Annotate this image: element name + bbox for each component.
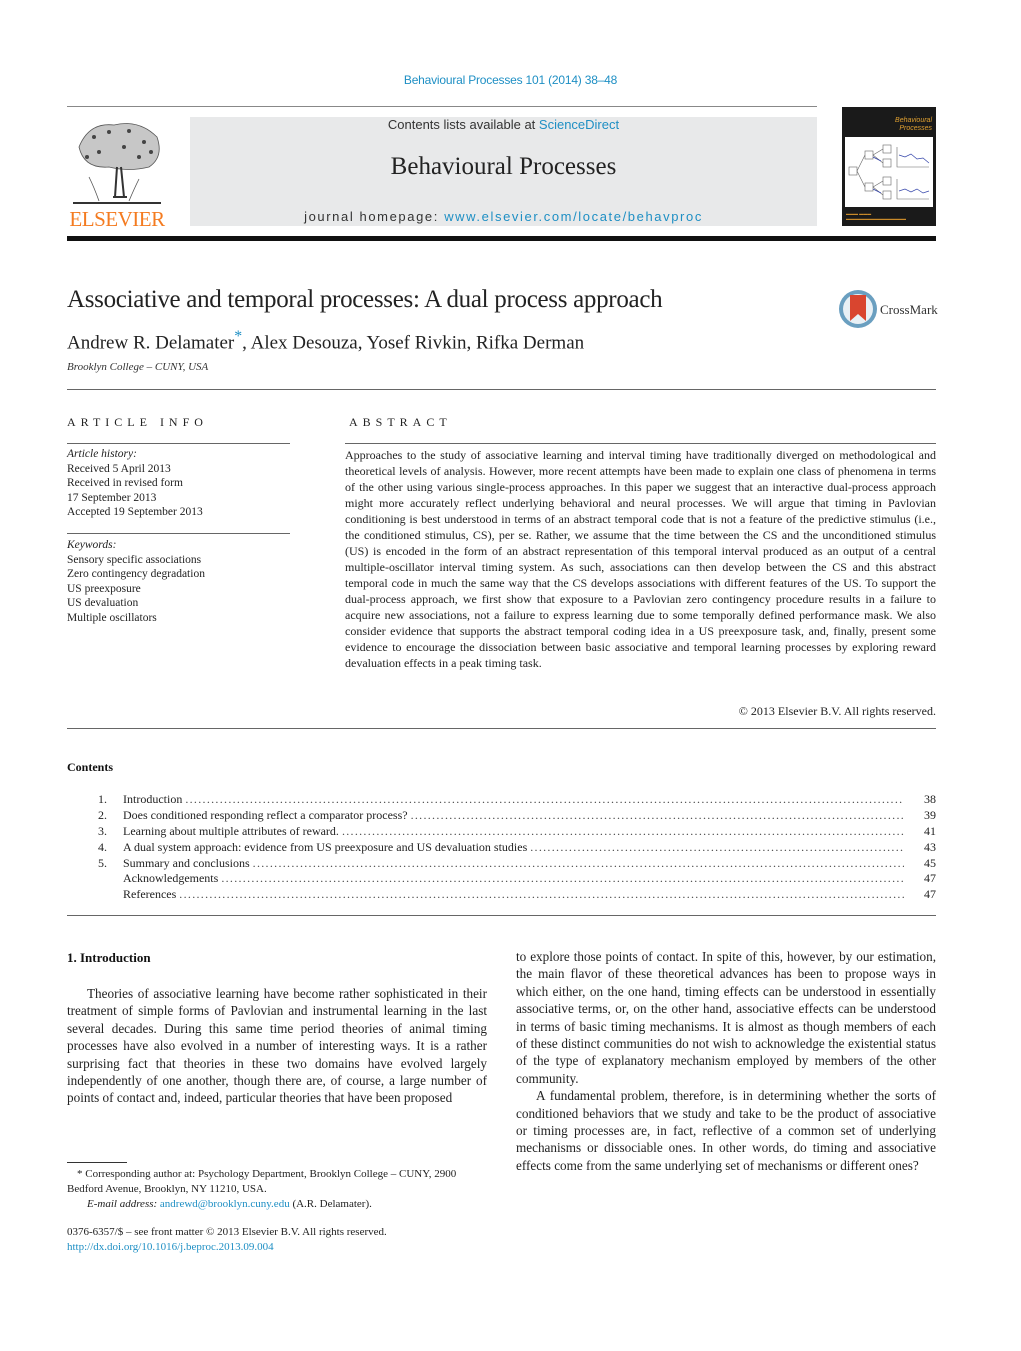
keyword: US devaluation — [67, 597, 139, 609]
toc-page: 47 — [924, 871, 936, 886]
elsevier-tree-icon — [69, 117, 165, 209]
toc-leader: ........................................… — [179, 887, 904, 902]
contents-heading: Contents — [67, 760, 114, 774]
keywords: Keywords: Sensory specific associations … — [67, 538, 205, 625]
email-link[interactable]: andrewd@brooklyn.cuny.edu — [160, 1198, 290, 1210]
abstract-bottom-rule — [67, 728, 936, 729]
history-item: Received 5 April 2013 — [67, 462, 171, 475]
crossmark-label: CrossMark — [880, 302, 938, 317]
article-title: Associative and temporal processes: A du… — [67, 286, 663, 313]
toc-number: 4. — [98, 839, 107, 854]
doi-link[interactable]: http://dx.doi.org/10.1016/j.beproc.2013.… — [67, 1240, 387, 1255]
article-info-heading: ARTICLE INFO — [67, 415, 208, 429]
toc-leader: ........................................… — [410, 807, 904, 822]
toc-item[interactable]: 5. Summary and conclusions .............… — [67, 856, 936, 872]
toc-number: 1. — [98, 792, 107, 806]
abstract-heading: ABSTRACT — [349, 415, 452, 429]
toc-number: 2. — [98, 807, 107, 822]
body-column-right: to explore those points of contact. In s… — [516, 948, 936, 1174]
email-line: E-mail address: andrewd@brooklyn.cuny.ed… — [87, 1198, 372, 1210]
email-label: E-mail address: — [87, 1198, 160, 1210]
front-matter: 0376-6357/$ – see front matter © 2013 El… — [67, 1225, 387, 1255]
history-item: 17 September 2013 — [67, 491, 157, 504]
toc-title[interactable]: Summary and conclusions — [123, 856, 250, 871]
abstract-text: Approaches to the study of associative l… — [345, 448, 936, 670]
contents-availability: Contents lists available at ScienceDirec… — [387, 117, 620, 132]
toc-title[interactable]: Learning about multiple attributes of re… — [123, 824, 339, 839]
cover-figure-image — [845, 137, 933, 207]
title-rule — [67, 389, 936, 390]
toc-leader: ........................................… — [530, 839, 904, 854]
journal-citation[interactable]: Behavioural Processes 101 (2014) 38–48 — [0, 73, 1021, 87]
issn-front-matter: 0376-6357/$ – see front matter © 2013 El… — [67, 1226, 387, 1238]
toc-item[interactable]: References .............................… — [67, 887, 936, 903]
toc-title[interactable]: Does conditioned responding reflect a co… — [123, 808, 408, 823]
toc-item[interactable]: Acknowledgements .......................… — [67, 871, 936, 887]
body-column-left: Theories of associative learning have be… — [67, 985, 487, 1107]
corresponding-author-footnote: * Corresponding author at: Psychology De… — [67, 1167, 487, 1212]
footnote-rule — [67, 1162, 127, 1163]
sciencedirect-link[interactable]: ScienceDirect — [539, 117, 619, 132]
article-history-label: Article history: — [67, 448, 137, 460]
journal-cover-thumbnail[interactable]: Behavioural Processes ▬▬▬ ▬▬▬ ▬▬▬▬▬▬▬▬▬▬▬▬… — [842, 107, 936, 226]
toc-page: 45 — [924, 855, 936, 870]
keyword: Zero contingency degradation — [67, 568, 205, 580]
cover-footer-text: ▬▬▬ ▬▬▬ ▬▬▬▬▬▬▬▬▬▬▬▬▬▬▬ — [846, 211, 906, 221]
author-list: Andrew R. Delamater*, Alex Desouza, Yose… — [67, 328, 584, 354]
journal-banner: Contents lists available at ScienceDirec… — [190, 117, 817, 226]
table-of-contents: 1. Introduction ........................… — [67, 792, 936, 903]
toc-item[interactable]: 3. Learning about multiple attributes of… — [67, 824, 936, 840]
toc-leader: ........................................… — [221, 871, 904, 886]
history-item: Received in revised form — [67, 477, 183, 489]
toc-page: 43 — [924, 839, 936, 854]
affiliation: Brooklyn College – CUNY, USA — [67, 361, 209, 373]
toc-item[interactable]: 2. Does conditioned responding reflect a… — [67, 808, 936, 824]
body-paragraph: A fundamental problem, therefore, is in … — [516, 1088, 936, 1173]
toc-title[interactable]: Acknowledgements — [123, 871, 218, 886]
keyword: Multiple oscillators — [67, 611, 157, 624]
article-history: Article history: Received 5 April 2013 R… — [67, 447, 203, 520]
history-item: Accepted 19 September 2013 — [67, 506, 203, 518]
header-thick-rule — [67, 236, 936, 241]
elsevier-logo[interactable]: ELSEVIER — [67, 117, 167, 231]
homepage-link[interactable]: www.elsevier.com/locate/behavproc — [444, 209, 703, 224]
toc-page: 41 — [924, 823, 936, 838]
toc-item[interactable]: 1. Introduction ........................… — [67, 792, 936, 808]
abstract-copyright: © 2013 Elsevier B.V. All rights reserved… — [738, 704, 936, 718]
toc-title[interactable]: Introduction — [123, 792, 182, 807]
author-others: , Alex Desouza, Yosef Rivkin, Rifka Derm… — [242, 332, 585, 354]
keywords-label: Keywords: — [67, 539, 117, 551]
toc-title[interactable]: References — [123, 887, 176, 902]
journal-name: Behavioural Processes — [390, 153, 617, 180]
toc-leader: ........................................… — [341, 823, 904, 838]
section-heading-introduction: 1. Introduction — [67, 950, 151, 965]
crossmark-badge[interactable]: CrossMark — [839, 290, 939, 330]
toc-page: 47 — [924, 887, 936, 902]
toc-item[interactable]: 4. A dual system approach: evidence from… — [67, 840, 936, 856]
toc-leader: ........................................… — [252, 855, 904, 870]
keyword: US preexposure — [67, 582, 141, 595]
body-paragraph: to explore those points of contact. In s… — [516, 949, 936, 1086]
toc-number: 5. — [98, 855, 107, 870]
toc-page: 39 — [924, 807, 936, 822]
toc-leader: ........................................… — [185, 792, 904, 806]
cover-title: Behavioural Processes — [895, 117, 932, 132]
toc-page: 38 — [924, 792, 936, 806]
keyword: Sensory specific associations — [67, 553, 202, 566]
abstract-rule — [345, 443, 936, 444]
toc-number: 3. — [98, 823, 107, 838]
toc-title[interactable]: A dual system approach: evidence from US… — [123, 840, 527, 855]
corresponding-address: * Corresponding author at: Psychology De… — [67, 1168, 457, 1195]
article-info-rule — [67, 443, 290, 444]
author-corresponding[interactable]: Andrew R. Delamater — [67, 332, 234, 353]
keywords-rule — [67, 533, 290, 534]
body-paragraph: Theories of associative learning have be… — [67, 986, 487, 1106]
contents-bottom-rule — [67, 915, 936, 916]
journal-homepage: journal homepage: www.elsevier.com/locat… — [304, 209, 703, 224]
elsevier-wordmark: ELSEVIER — [69, 207, 165, 231]
header-rule — [67, 106, 817, 107]
corresponding-author-marker[interactable]: * — [234, 328, 242, 345]
